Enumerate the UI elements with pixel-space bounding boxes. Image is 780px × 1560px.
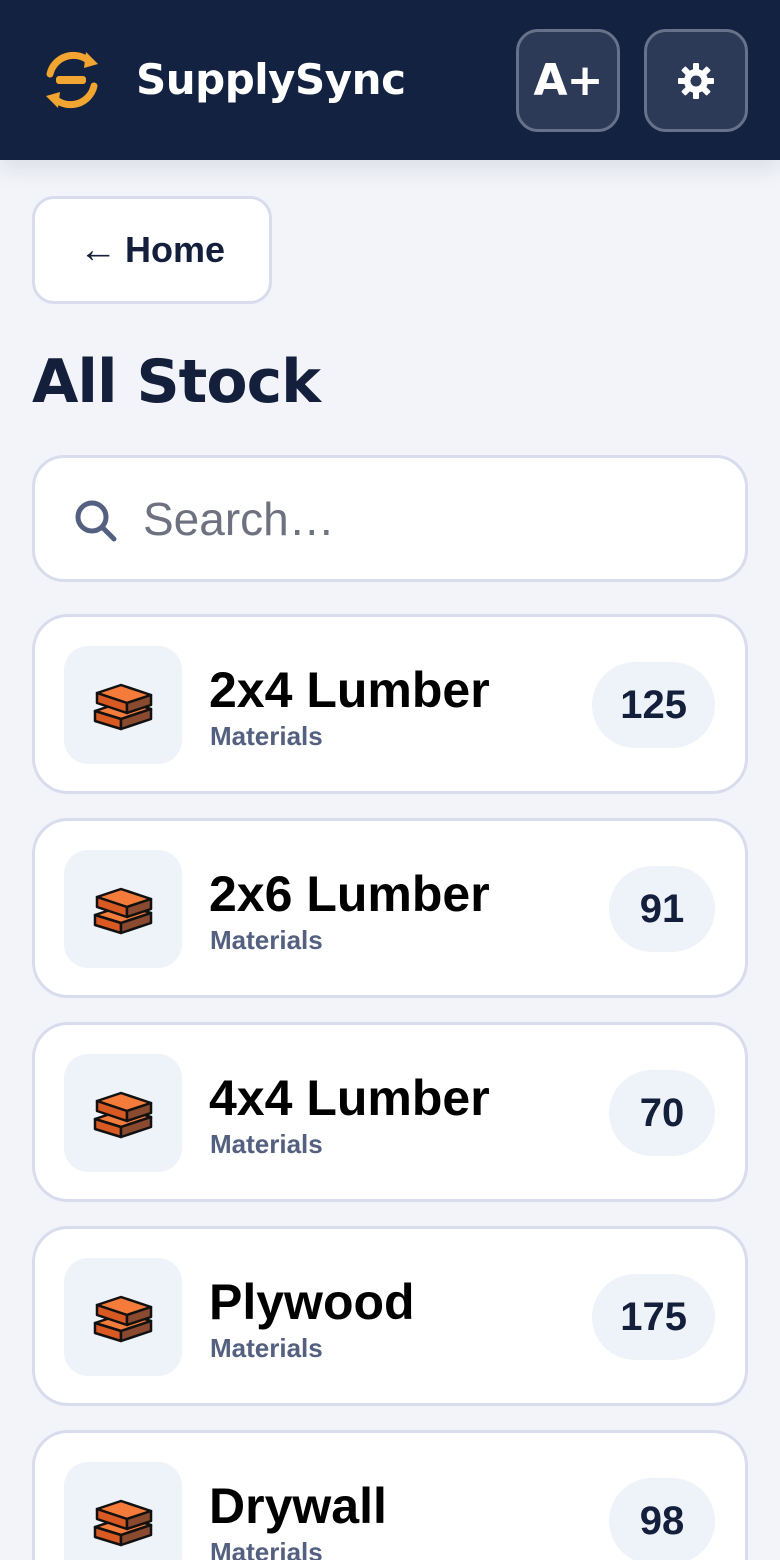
item-thumbnail (64, 646, 182, 764)
gear-icon (678, 62, 714, 99)
stock-item-card[interactable]: 2x4 Lumber Materials 125 (32, 614, 748, 794)
item-name: 4x4 Lumber (209, 1070, 490, 1126)
item-quantity-badge: 70 (609, 1070, 715, 1156)
home-label: Home (124, 229, 226, 270)
lumber-icon (91, 673, 155, 737)
item-quantity-badge: 175 (592, 1274, 715, 1360)
item-category: Materials (210, 925, 323, 955)
settings-button[interactable] (644, 29, 748, 132)
stock-item-card[interactable]: 4x4 Lumber Materials 70 (32, 1022, 748, 1202)
item-thumbnail (64, 1258, 182, 1376)
item-quantity-badge: 91 (609, 866, 715, 952)
back-arrow-icon: ← (78, 228, 117, 271)
sync-icon (46, 51, 98, 109)
lumber-icon (91, 1489, 155, 1553)
item-quantity-badge: 125 (592, 662, 715, 748)
item-quantity-badge: 98 (609, 1478, 715, 1560)
item-category: Materials (210, 1333, 323, 1363)
lumber-icon (91, 877, 155, 941)
search-box[interactable] (32, 455, 748, 582)
app-header: SupplySync A+ (0, 0, 780, 160)
item-name: 2x6 Lumber (209, 866, 490, 922)
stock-item-card[interactable]: 2x6 Lumber Materials 91 (32, 818, 748, 998)
item-name: 2x4 Lumber (209, 662, 490, 718)
item-name: Plywood (209, 1274, 415, 1330)
app-title: SupplySync (136, 55, 406, 104)
home-back-button[interactable]: ← Home (32, 196, 272, 304)
stock-item-card[interactable]: Plywood Materials 175 (32, 1226, 748, 1406)
item-thumbnail (64, 1054, 182, 1172)
item-category: Materials (210, 1129, 323, 1159)
page-title: All Stock (32, 347, 321, 417)
stock-item-card[interactable]: Drywall Materials 98 (32, 1430, 748, 1560)
lumber-icon (91, 1081, 155, 1145)
text-size-button[interactable]: A+ (516, 29, 620, 132)
stock-list: 2x4 Lumber Materials 125 2x6 Lumber Material… (32, 614, 748, 1560)
item-thumbnail (64, 1462, 182, 1560)
item-category: Materials (210, 1537, 323, 1560)
search-input[interactable] (143, 478, 723, 560)
item-thumbnail (64, 850, 182, 968)
lumber-icon (91, 1285, 155, 1349)
item-category: Materials (210, 721, 323, 751)
search-icon (75, 500, 117, 542)
item-name: Drywall (209, 1478, 387, 1534)
